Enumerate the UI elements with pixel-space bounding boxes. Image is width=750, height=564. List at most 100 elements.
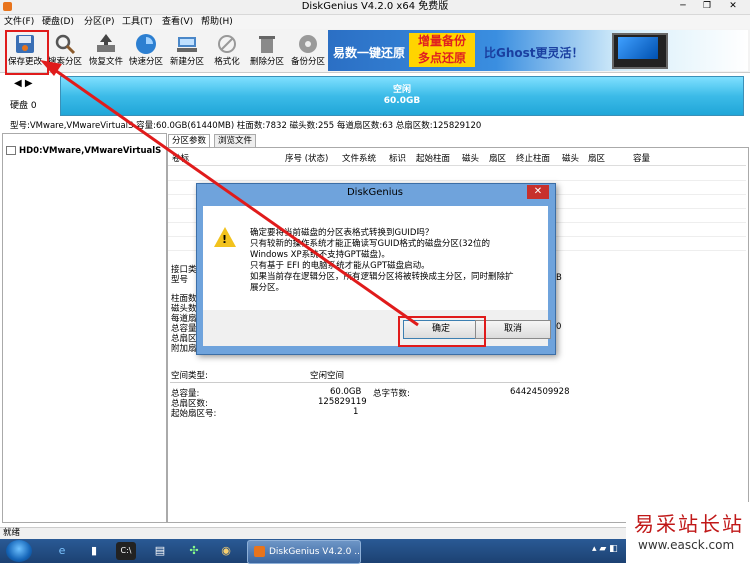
free-space-bar[interactable]: 空闲 60.0GB xyxy=(60,76,744,116)
col-end-cylinder[interactable]: 终止柱面 xyxy=(516,152,550,164)
col-index[interactable]: 序号 (状态) xyxy=(285,152,328,164)
recover-files-button[interactable]: 恢复文件 xyxy=(86,31,126,71)
format-button[interactable]: 格式化 xyxy=(207,31,247,71)
app-tool-icon[interactable]: ◉ xyxy=(216,542,236,560)
backup-partition-button[interactable]: 备份分区 xyxy=(288,31,328,71)
expand-box-icon[interactable] xyxy=(6,146,16,155)
system-tray[interactable]: ▴ ▰ ◧ xyxy=(592,544,618,554)
col-capacity[interactable]: 容量 xyxy=(633,152,650,164)
dialog-message-line: Windows XP系统不支持GPT磁盘)。 xyxy=(250,250,390,260)
close-button[interactable]: ✕ xyxy=(722,0,744,12)
dialog-title: DiskGenius xyxy=(346,187,404,198)
taskbar-diskgenius[interactable]: DiskGenius V4.2.0 ... xyxy=(247,540,361,564)
dialog-message-line: 只有较新的操作系统才能正确读写GUID格式的磁盘分区(32位的 xyxy=(250,239,490,249)
new-partition-icon xyxy=(177,37,197,52)
col-start-sector[interactable]: 扇区 xyxy=(489,152,506,164)
banner-badge-line1: 增量备份 xyxy=(417,34,466,48)
watermark-url: www.easck.com xyxy=(638,538,735,552)
disk-tree-pane xyxy=(2,133,167,523)
partition-table-header xyxy=(168,150,746,166)
quick-partition-icon xyxy=(136,34,156,54)
free-bytes-label: 总字节数: xyxy=(373,389,410,399)
disk-info-line: 型号:VMware,VMwareVirtualS 容量:60.0GB(61440… xyxy=(10,121,482,131)
cancel-button[interactable]: 取消 xyxy=(475,320,551,339)
menu-disk[interactable]: 硬盘(D) xyxy=(42,15,74,29)
banner-badge-line2: 多点还原 xyxy=(417,51,466,65)
backup-partition-label: 备份分区 xyxy=(290,57,325,67)
info-model-label: 型号 xyxy=(171,275,189,285)
menu-help[interactable]: 帮助(H) xyxy=(201,15,233,29)
col-id[interactable]: 标识 xyxy=(389,152,406,164)
disk-label: 硬盘 0 xyxy=(10,101,37,111)
recover-files-label: 恢复文件 xyxy=(88,57,123,67)
dialog-close-button[interactable]: ✕ xyxy=(527,185,549,199)
delete-partition-label: 删除分区 xyxy=(249,57,284,67)
col-start-cylinder[interactable]: 起始柱面 xyxy=(416,152,450,164)
tab-browse-files[interactable]: 浏览文件 xyxy=(214,134,257,148)
free-space-size: 60.0GB xyxy=(383,96,421,106)
new-partition-button[interactable]: 新建分区 xyxy=(167,31,207,71)
start-button[interactable] xyxy=(6,540,32,562)
info-right-fragment: 0 xyxy=(556,322,562,332)
dialog-message-line: 展分区。 xyxy=(250,283,285,293)
menu-view[interactable]: 查看(V) xyxy=(162,15,193,29)
maximize-button[interactable]: ❐ xyxy=(696,0,718,12)
banner-monitor-screen xyxy=(618,37,658,59)
search-partition-button[interactable]: 搜索分区 xyxy=(45,31,85,71)
new-partition-label: 新建分区 xyxy=(169,57,204,67)
dialog-message-line: 如果当前存在逻辑分区，所有逻辑分区将被转换成主分区，同时删除扩 xyxy=(250,272,514,282)
banner-text-ghost: 比Ghost更灵活！ xyxy=(484,46,584,60)
diskgenius-icon xyxy=(254,546,265,557)
col-end-sector[interactable]: 扇区 xyxy=(588,152,605,164)
minimize-button[interactable]: ─ xyxy=(672,0,694,12)
grid-line xyxy=(168,180,746,181)
delete-partition-button[interactable]: 删除分区 xyxy=(247,31,287,71)
document-icon[interactable]: ▤ xyxy=(150,542,170,560)
tree-item-hd0[interactable]: HD0:VMware,VMwareVirtualS xyxy=(6,146,161,156)
free-space-title: 空闲 xyxy=(392,85,411,95)
banner-text-restore: 易数一键还原 xyxy=(333,46,406,60)
banner-badge: 增量备份 多点还原 xyxy=(409,33,475,67)
divider xyxy=(170,382,560,383)
free-start-value: 1 xyxy=(353,407,359,417)
free-sectors-value: 125829119 xyxy=(318,397,367,407)
tree-item-label: HD0:VMware,VMwareVirtualS xyxy=(19,146,162,156)
disk-nav-arrows[interactable]: ◀ ▶ xyxy=(14,78,33,89)
format-icon xyxy=(218,35,236,53)
col-end-head[interactable]: 磁头 xyxy=(562,152,579,164)
annotation-highlight-ok xyxy=(398,316,486,347)
search-partition-label: 搜索分区 xyxy=(47,57,82,67)
quick-partition-label: 快速分区 xyxy=(128,57,163,67)
annotation-highlight-save xyxy=(5,30,49,75)
status-text: 就绪 xyxy=(3,528,21,538)
watermark-text: 易采站长站 xyxy=(634,512,744,536)
taskbar-diskgenius-label: DiskGenius V4.2.0 ... xyxy=(269,547,361,557)
backup-icon xyxy=(299,35,317,53)
format-label: 格式化 xyxy=(214,57,240,67)
free-start-label: 起始扇区号: xyxy=(171,409,217,419)
magnifier-icon xyxy=(55,34,76,55)
free-type-label: 空间类型: xyxy=(171,371,208,381)
free-bytes-value: 64424509928 xyxy=(510,387,570,397)
quick-partition-button[interactable]: 快速分区 xyxy=(126,31,166,71)
menu-file[interactable]: 文件(F) xyxy=(4,15,34,29)
network-tool-icon[interactable]: ✣ xyxy=(184,542,204,560)
col-volume[interactable]: 卷标 xyxy=(172,152,189,164)
menu-partition[interactable]: 分区(P) xyxy=(84,15,114,29)
dialog-message-line: 只有基于 EFI 的电脑系统才能从GPT磁盘启动。 xyxy=(250,261,430,271)
cmd-icon[interactable]: C:\ xyxy=(116,542,136,560)
info-extra-sectors-label: 附加扇 xyxy=(171,344,197,354)
info-right-fragment: B xyxy=(556,273,562,283)
free-type-value: 空闲空间 xyxy=(310,371,345,381)
recover-icon xyxy=(97,34,115,52)
dialog-message-line: 确定要将当前磁盘的分区表格式转换到GUID吗？ xyxy=(250,228,434,238)
trash-icon xyxy=(259,36,275,53)
col-filesystem[interactable]: 文件系统 xyxy=(342,152,376,164)
tab-partition-params[interactable]: 分区参数 xyxy=(168,134,211,148)
file-icon[interactable]: ▮ xyxy=(84,542,104,560)
col-start-head[interactable]: 磁头 xyxy=(462,152,479,164)
ie-icon[interactable]: e xyxy=(52,542,72,560)
free-total-value: 60.0GB xyxy=(330,387,362,397)
menu-tools[interactable]: 工具(T) xyxy=(122,15,153,29)
window-title: DiskGenius V4.2.0 x64 免费版 xyxy=(301,1,449,12)
